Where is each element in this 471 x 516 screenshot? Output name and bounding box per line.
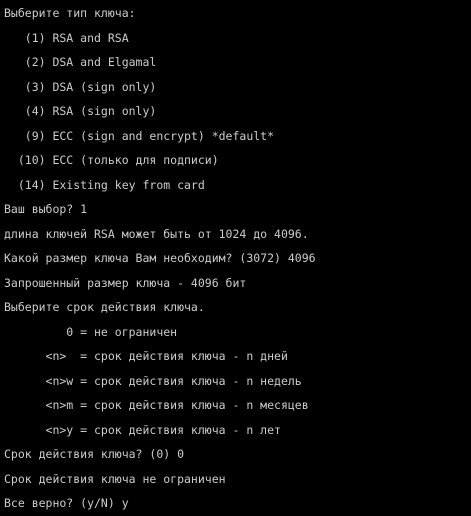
key-length-info: длина ключей RSA может быть от 1024 до 4… [4, 226, 309, 241]
text-cursor [129, 496, 136, 510]
expiry-option-0: 0 = не ограничен [4, 324, 178, 339]
prompt-key-type: Выберите тип ключа: [4, 6, 136, 20]
key-size-confirm: Запрошенный размер ключа - 4096 бит [4, 275, 247, 290]
expiry-option-days: <n> = срок действия ключа - n дней [4, 349, 288, 363]
confirm-prompt[interactable]: Все верно? (y/N) y [4, 491, 471, 516]
option-rsa-rsa: (1) RSA and RSA [4, 30, 129, 45]
expiry-option-weeks: <n>w = срок действия ключа - n недель [4, 373, 302, 388]
option-ecc-default: (9) ECC (sign and encrypt) *default* [4, 128, 275, 143]
key-size-prompt: Какой размер ключа Вам необходим? (3072)… [4, 251, 316, 265]
option-dsa-elgamal: (2) DSA and Elgamal [4, 55, 157, 69]
option-dsa-sign: (3) DSA (sign only) [4, 79, 157, 94]
terminal-window[interactable]: Выберите тип ключа: (1) RSA and RSA (2) … [0, 0, 471, 515]
option-ecc-sign: (10) ECC (только для подписи) [4, 153, 219, 167]
confirm-prompt-text: Все верно? (y/N) y [4, 496, 129, 510]
expiry-option-months: <n>m = срок действия ключа - n месяцев [4, 398, 309, 412]
expiry-option-years: <n>y = срок действия ключа - n лет [4, 422, 281, 437]
expiry-prompt: Срок действия ключа? (0) 0 [4, 447, 185, 461]
option-existing-key: (14) Existing key from card [4, 177, 205, 192]
user-choice: Ваш выбор? 1 [4, 202, 88, 216]
expiry-result: Срок действия ключа не ограничен [4, 471, 226, 486]
option-rsa-sign: (4) RSA (sign only) [4, 104, 157, 118]
expiry-heading: Выберите срок действия ключа. [4, 300, 205, 314]
